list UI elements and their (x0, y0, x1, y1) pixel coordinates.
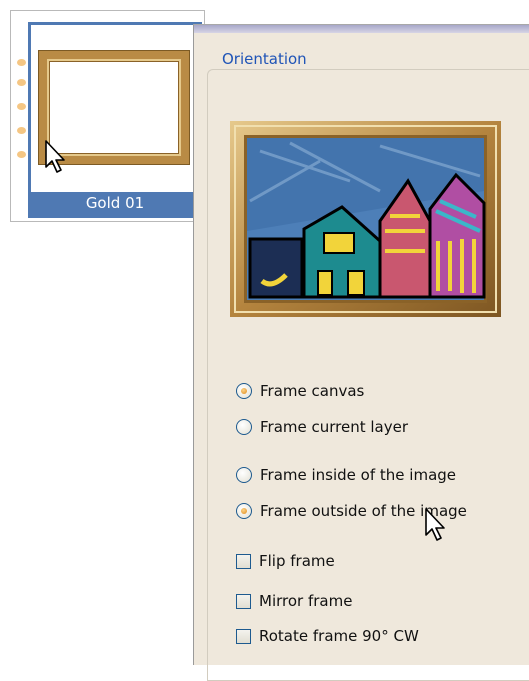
frame-current-layer-option[interactable]: Frame current layer (236, 416, 408, 438)
flip-frame-option[interactable]: Flip frame (236, 550, 335, 572)
frame-inside-radio[interactable] (236, 467, 252, 483)
frame-canvas-label: Frame canvas (260, 382, 365, 400)
frame-current-layer-label: Frame current layer (260, 418, 409, 436)
frame-thumbnail-label: Gold 01 (31, 192, 199, 215)
frame-thumbnail[interactable]: Gold 01 (10, 10, 205, 222)
frame-canvas-option[interactable]: Frame canvas (236, 380, 364, 402)
mirror-frame-label: Mirror frame (259, 592, 353, 610)
mirror-frame-option[interactable]: Mirror frame (236, 590, 352, 612)
frame-canvas-radio[interactable] (236, 383, 252, 399)
frame-outside-radio[interactable] (236, 503, 252, 519)
orientation-panel: Orientation Frame canvas Frame current l… (193, 24, 529, 681)
frame-thumbnail-selected[interactable]: Gold 01 (28, 22, 202, 218)
frame-preview-image (230, 121, 501, 317)
mirror-frame-checkbox[interactable] (236, 593, 251, 609)
frame-inside-option[interactable]: Frame inside of the image (236, 464, 456, 486)
frame-current-layer-radio[interactable] (236, 419, 252, 435)
rotate-frame-label: Rotate frame 90° CW (259, 627, 419, 645)
rotate-frame-checkbox[interactable] (236, 628, 251, 644)
arrow-cursor-icon (45, 140, 65, 173)
flip-frame-label: Flip frame (259, 552, 335, 570)
orientation-group-title: Orientation (218, 50, 311, 68)
previous-thumbnail-edge (13, 59, 27, 174)
arrow-cursor-icon (425, 508, 445, 541)
framed-painting-preview (230, 121, 501, 317)
frame-inside-label: Frame inside of the image (260, 466, 457, 484)
rotate-frame-option[interactable]: Rotate frame 90° CW (236, 625, 419, 647)
flip-frame-checkbox[interactable] (236, 553, 251, 569)
panel-title-bar (194, 25, 529, 33)
